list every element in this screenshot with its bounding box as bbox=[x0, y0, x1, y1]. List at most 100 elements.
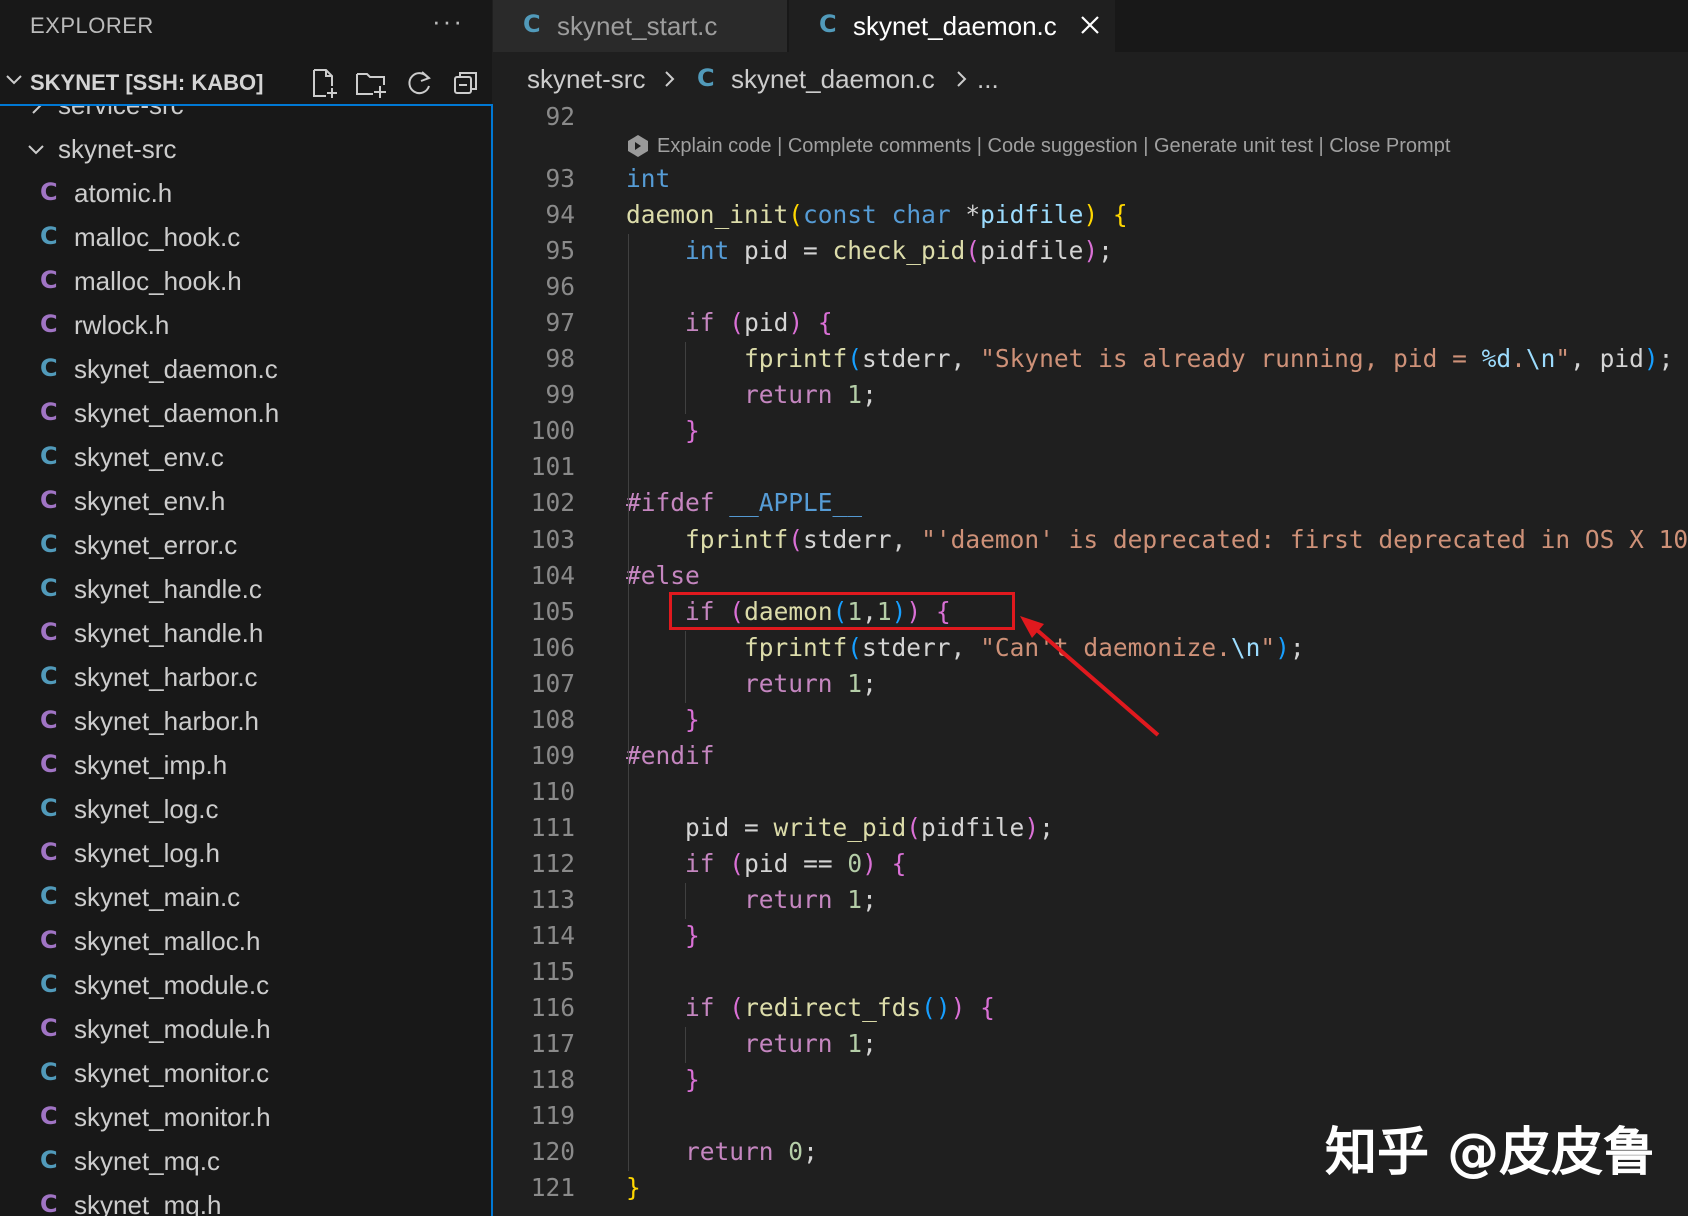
collapse-all-icon[interactable] bbox=[450, 66, 484, 100]
code-line[interactable]: 95 int pid = check_pid(pidfile); bbox=[493, 234, 1688, 270]
new-file-icon[interactable] bbox=[306, 66, 340, 100]
tree-file-item[interactable]: Cskynet_daemon.c bbox=[0, 350, 490, 394]
refresh-icon[interactable] bbox=[402, 66, 436, 100]
breadcrumb-symbol[interactable]: ... bbox=[977, 64, 999, 95]
tree-file-item[interactable]: Cskynet_monitor.c bbox=[0, 1054, 490, 1098]
tree-file-item[interactable]: Cskynet_imp.h bbox=[0, 746, 490, 790]
codelens-actions[interactable]: Explain code | Complete comments | Code … bbox=[657, 135, 1450, 158]
line-number: 111 bbox=[530, 812, 575, 842]
code-line[interactable]: 98 fprintf(stderr, "Skynet is already ru… bbox=[493, 342, 1688, 378]
code-token: { bbox=[1112, 200, 1128, 230]
code-token: ; bbox=[1658, 344, 1674, 374]
code-line[interactable]: 103 fprintf(stderr, "'daemon' is depreca… bbox=[493, 523, 1688, 559]
code-token: ( bbox=[847, 344, 863, 374]
tree-file-item[interactable]: Catomic.h bbox=[0, 174, 490, 218]
c-file-icon: C bbox=[40, 618, 58, 646]
c-file-icon: C bbox=[40, 794, 58, 822]
code-line[interactable]: 104 #else bbox=[493, 559, 1688, 595]
more-actions-button[interactable]: ··· bbox=[432, 6, 464, 37]
code-token: return bbox=[744, 668, 833, 698]
chevron-right-icon bbox=[32, 106, 42, 114]
tree-file-item[interactable]: Cskynet_mq.c bbox=[0, 1142, 490, 1186]
code-token: fprintf bbox=[744, 344, 848, 374]
tree-file-item[interactable]: Cskynet_daemon.h bbox=[0, 394, 490, 438]
code-line[interactable]: 94 daemon_init(const char *pidfile) { bbox=[493, 198, 1688, 234]
tree-folder-skynet-src[interactable]: skynet-src bbox=[0, 130, 490, 174]
c-file-icon: C bbox=[40, 266, 58, 294]
tree-file-item[interactable]: Cskynet_handle.c bbox=[0, 570, 490, 614]
tree-file-item[interactable]: Cskynet_log.h bbox=[0, 834, 490, 878]
c-file-icon: C bbox=[819, 10, 837, 38]
code-token: 0 bbox=[847, 848, 863, 878]
tab-skynet-daemon[interactable]: C skynet_daemon.c bbox=[789, 0, 1115, 52]
code-line[interactable]: 99 return 1; bbox=[493, 378, 1688, 414]
code-line[interactable]: 116 if (redirect_fds()) { bbox=[493, 991, 1688, 1027]
tree-file-item[interactable]: Cmalloc_hook.h bbox=[0, 262, 490, 306]
c-file-icon: C bbox=[40, 926, 58, 954]
code-line[interactable]: 110 bbox=[493, 775, 1688, 811]
code-line[interactable]: 96 bbox=[493, 270, 1688, 306]
tree-file-item[interactable]: Cmalloc_hook.c bbox=[0, 218, 490, 262]
tree-file-item[interactable]: Cskynet_monitor.h bbox=[0, 1098, 490, 1142]
code-token: ) bbox=[1024, 812, 1040, 842]
c-file-icon: C bbox=[40, 1146, 58, 1174]
code-line[interactable]: 115 bbox=[493, 955, 1688, 991]
tree-file-item[interactable]: Cskynet_main.c bbox=[0, 878, 490, 922]
code-line[interactable]: 97 if (pid) { bbox=[493, 306, 1688, 342]
c-file-icon: C bbox=[40, 838, 58, 866]
breadcrumb-folder[interactable]: skynet-src bbox=[527, 64, 645, 95]
tree-file-item[interactable]: Cskynet_handle.h bbox=[0, 614, 490, 658]
code-line[interactable]: 100 } bbox=[493, 414, 1688, 450]
tree-file-item[interactable]: Cskynet_log.c bbox=[0, 790, 490, 834]
code-text: } bbox=[626, 416, 700, 445]
code-line[interactable]: 93 int bbox=[493, 162, 1688, 198]
code-token: stderr, bbox=[803, 524, 922, 554]
tree-file-item[interactable]: Cskynet_error.c bbox=[0, 526, 490, 570]
code-line[interactable]: 101 bbox=[493, 450, 1688, 486]
code-token: pid = bbox=[729, 236, 833, 266]
tree-file-item[interactable]: Cskynet_harbor.c bbox=[0, 658, 490, 702]
code-line[interactable]: 111 pid = write_pid(pidfile); bbox=[493, 811, 1688, 847]
tab-skynet-start[interactable]: C skynet_start.c bbox=[493, 0, 787, 52]
code-token: 1 bbox=[847, 1029, 863, 1059]
code-line[interactable]: 112 if (pid == 0) { bbox=[493, 847, 1688, 883]
tree-file-item[interactable]: Cskynet_env.h bbox=[0, 482, 490, 526]
code-line[interactable]: 118 } bbox=[493, 1063, 1688, 1099]
tree-file-item[interactable]: Cskynet_module.h bbox=[0, 1010, 490, 1054]
code-line[interactable]: 113 return 1; bbox=[493, 883, 1688, 919]
code-token: ; bbox=[862, 885, 877, 914]
tree-file-label: skynet_malloc.h bbox=[74, 926, 261, 956]
tree-file-item[interactable]: Cskynet_env.c bbox=[0, 438, 490, 482]
code-token: write_pid bbox=[773, 812, 907, 842]
line-number: 109 bbox=[530, 740, 575, 770]
code-line[interactable]: 109 #endif bbox=[493, 739, 1688, 775]
workspace-section-header[interactable]: SKYNET [SSH: KABO] bbox=[0, 64, 492, 104]
code-token: check_pid bbox=[832, 236, 966, 266]
tree-file-item[interactable]: Cskynet_harbor.h bbox=[0, 702, 490, 746]
tree-folder-service-src[interactable]: service-src bbox=[0, 104, 490, 130]
close-icon[interactable] bbox=[1079, 14, 1101, 36]
watermark: 知乎 @皮皮鲁 bbox=[1325, 1123, 1656, 1183]
tree-file-item[interactable]: Cskynet_module.c bbox=[0, 966, 490, 1010]
code-token: } bbox=[685, 921, 700, 951]
tree-folder-label: service-src bbox=[58, 104, 184, 120]
tree-file-item[interactable]: Cskynet_mq.h bbox=[0, 1186, 490, 1216]
code-token: ; bbox=[862, 668, 877, 698]
code-text: #else bbox=[626, 561, 700, 590]
breadcrumb-file[interactable]: skynet_daemon.c bbox=[731, 64, 935, 95]
code-line[interactable]: 92 bbox=[493, 104, 1688, 136]
code-token: int bbox=[685, 236, 730, 266]
code-token: " bbox=[1260, 632, 1276, 662]
code-text: } bbox=[626, 705, 700, 734]
c-file-icon: C bbox=[40, 574, 58, 602]
code-token: } bbox=[685, 1065, 700, 1095]
code-line[interactable]: 102 #ifdef __APPLE__ bbox=[493, 486, 1688, 522]
code-line[interactable]: 114 } bbox=[493, 919, 1688, 955]
new-folder-icon[interactable] bbox=[354, 66, 388, 100]
code-line[interactable]: 117 return 1; bbox=[493, 1027, 1688, 1063]
code-token: stderr, bbox=[862, 632, 981, 662]
indent-guide bbox=[628, 234, 629, 1172]
tree-file-item[interactable]: Crwlock.h bbox=[0, 306, 490, 350]
tree-file-item[interactable]: Cskynet_malloc.h bbox=[0, 922, 490, 966]
